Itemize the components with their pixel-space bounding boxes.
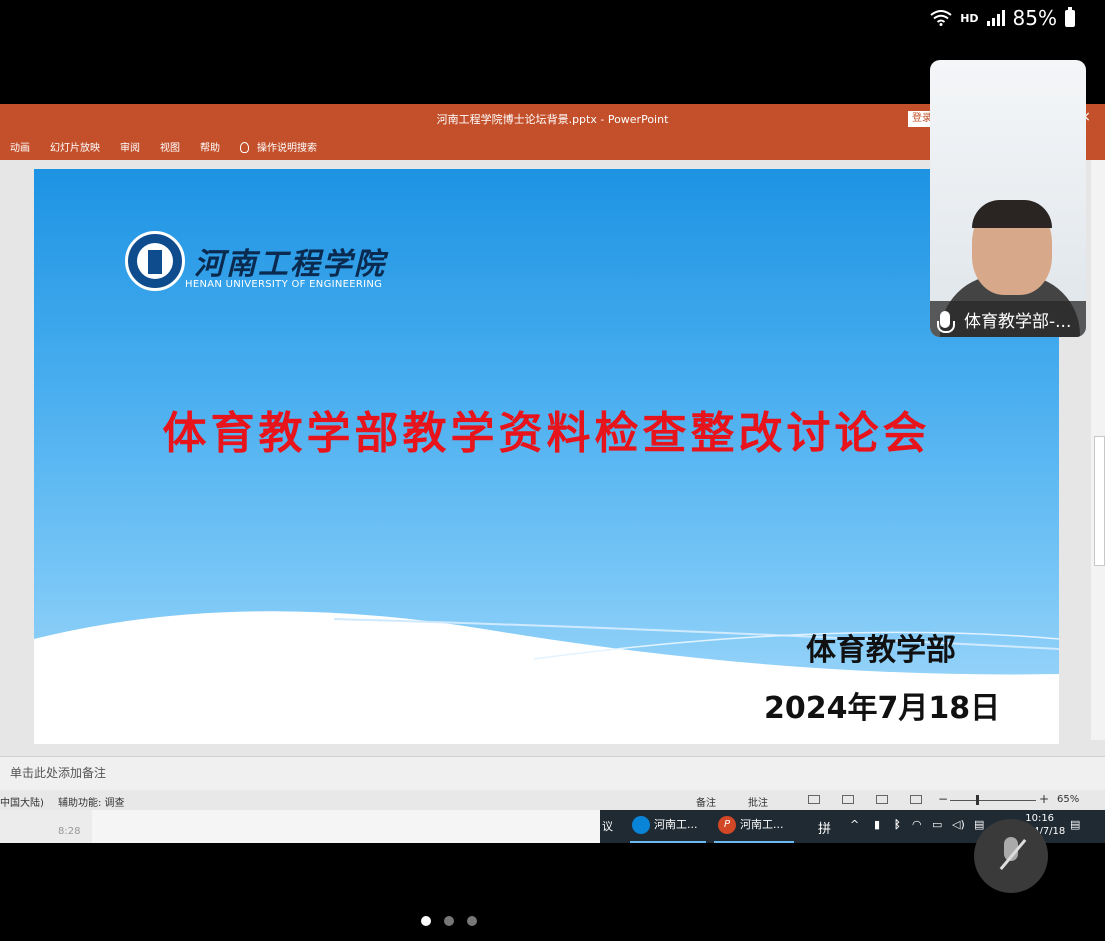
active-app-indicator: [714, 841, 794, 843]
tell-me-label: 操作说明搜索: [257, 142, 317, 154]
keyboard-icon[interactable]: ▤: [974, 818, 984, 831]
bluetooth-icon[interactable]: ᛒ: [894, 818, 901, 831]
scrollbar-thumb[interactable]: [1094, 436, 1105, 566]
powerpoint-icon: P: [718, 816, 736, 834]
taskbar-cut-label: 议: [602, 820, 613, 833]
lightbulb-icon: [240, 142, 249, 153]
language-indicator[interactable]: 中国大陆): [0, 794, 44, 809]
tray-battery-icon[interactable]: ▭: [932, 818, 942, 831]
wifi-icon: [930, 10, 952, 26]
participant-hair: [972, 200, 1052, 228]
tab-review[interactable]: 审阅: [120, 139, 140, 154]
taskbar-app-label: 河南工...: [654, 818, 698, 831]
zoom-slider[interactable]: [950, 800, 1036, 801]
tray-microphone-icon[interactable]: ▮: [874, 818, 880, 831]
battery-icon: [1065, 6, 1075, 27]
edge-icon: [632, 816, 650, 834]
taskbar-edge-app[interactable]: 河南工...: [632, 816, 698, 834]
mute-microphone-button[interactable]: [974, 819, 1048, 893]
taskbar-powerpoint-app[interactable]: P 河南工...: [718, 816, 784, 834]
input-method-icon[interactable]: 拼: [818, 818, 831, 837]
notification-icon[interactable]: ▤: [1070, 818, 1080, 831]
battery-percent: 85%: [1012, 6, 1057, 30]
comments-button[interactable]: 批注: [748, 794, 768, 809]
microphone-icon: [937, 310, 955, 333]
powerpoint-status-bar: 中国大陆) 辅助功能: 调查 备注 批注 − + 65%: [0, 790, 1105, 810]
network-type-label: HD: [960, 11, 979, 25]
notes-pane[interactable]: 单击此处添加备注: [0, 756, 1105, 791]
tell-me-search[interactable]: 操作说明搜索: [240, 139, 317, 154]
tab-help[interactable]: 帮助: [200, 139, 220, 154]
tab-view[interactable]: 视图: [160, 139, 180, 154]
zoom-in-button[interactable]: +: [1039, 792, 1049, 806]
participant-label-bar: 体育教学部-...: [930, 301, 1086, 337]
zoom-out-button[interactable]: −: [938, 792, 948, 806]
university-name-english: HENAN UNIVERSITY OF ENGINEERING: [185, 279, 383, 290]
university-seal-logo: [125, 231, 185, 291]
accessibility-checker[interactable]: 辅助功能: 调查: [58, 794, 125, 809]
taskbar-empty-area: 8:28: [0, 810, 600, 843]
ghost-time-label: 8:28: [58, 826, 81, 837]
slide-sorter-icon[interactable]: [842, 795, 854, 804]
slideshow-view-icon[interactable]: [910, 795, 922, 804]
slide-date: 2024年7月18日: [764, 691, 1001, 726]
phone-status-bar: HD 85%: [930, 4, 1075, 32]
normal-view-icon[interactable]: [808, 795, 820, 804]
zoom-level[interactable]: 65%: [1057, 794, 1079, 805]
clock-time: 10:16: [1025, 813, 1055, 824]
tab-slideshow[interactable]: 幻灯片放映: [50, 139, 100, 154]
notes-placeholder: 单击此处添加备注: [10, 766, 107, 780]
active-app-indicator: [630, 841, 706, 843]
participant-video-tile[interactable]: 体育教学部-...: [930, 60, 1086, 337]
notes-button[interactable]: 备注: [696, 794, 716, 809]
tab-animations[interactable]: 动画: [10, 139, 30, 154]
slide-title: 体育教学部教学资料检查整改讨论会: [162, 408, 931, 459]
zoom-slider-thumb[interactable]: [975, 795, 979, 805]
slide-canvas[interactable]: 河南工程学院 HENAN UNIVERSITY OF ENGINEERING 体…: [34, 169, 1059, 744]
chevron-up-icon[interactable]: ^: [850, 818, 859, 831]
reading-view-icon[interactable]: [876, 795, 888, 804]
participant-name: 体育教学部-...: [964, 311, 1072, 332]
volume-icon[interactable]: ◁): [952, 818, 965, 831]
signal-icon: [986, 10, 1005, 26]
page-dot-3[interactable]: [467, 916, 477, 926]
taskbar-app-label: 河南工...: [740, 818, 784, 831]
page-dot-1[interactable]: [421, 916, 431, 926]
slide-department: 体育教学部: [806, 633, 956, 668]
university-name-chinese: 河南工程学院: [194, 247, 386, 282]
tray-wifi-icon[interactable]: ◠: [912, 818, 922, 831]
page-dot-2[interactable]: [444, 916, 454, 926]
